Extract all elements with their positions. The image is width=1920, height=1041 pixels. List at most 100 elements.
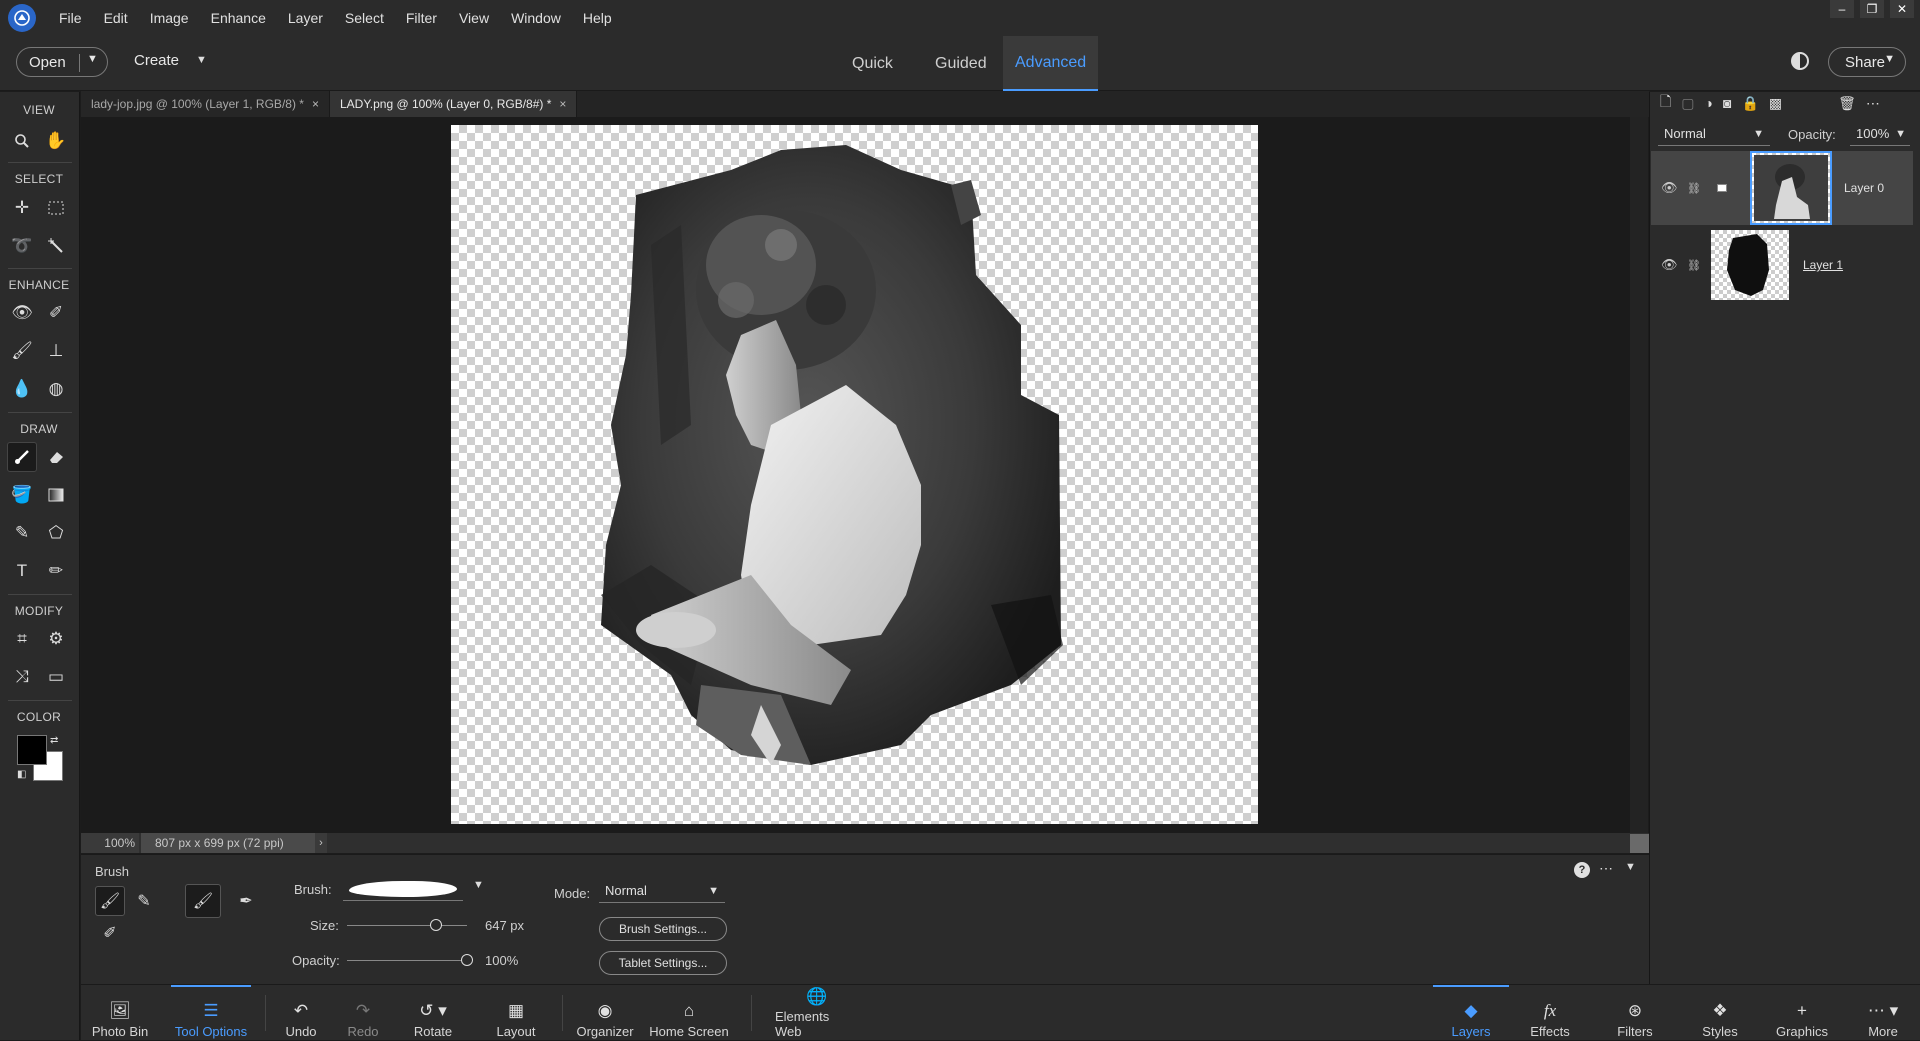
paint-bucket-tool-icon[interactable]: 🪣 — [7, 480, 37, 510]
doc-tab-lady-jop[interactable]: lady-jop.jpg @ 100% (Layer 1, RGB/8) * × — [81, 91, 330, 117]
layers-panel-button[interactable]: ◆ Layers — [1433, 985, 1509, 1041]
styles-panel-button[interactable]: ❖ Styles — [1687, 985, 1753, 1041]
magic-wand-tool-icon[interactable] — [41, 231, 71, 261]
foreground-color-swatch[interactable] — [17, 735, 47, 765]
more-panel-button[interactable]: ⋯ ▾ More — [1853, 985, 1913, 1041]
layer-row-layer-1[interactable]: 👁 ⛓ Layer 1 — [1651, 228, 1913, 302]
hand-tool-icon[interactable]: ✋ — [41, 126, 71, 156]
filters-panel-button[interactable]: ⊛ Filters — [1599, 985, 1671, 1041]
opacity-slider-knob[interactable] — [461, 954, 473, 966]
menu-enhance[interactable]: Enhance — [200, 10, 277, 26]
more-options-icon[interactable]: ⋯ — [1599, 860, 1613, 877]
eraser-tool-icon[interactable] — [41, 442, 71, 472]
size-slider-knob[interactable] — [429, 919, 442, 931]
mode-select[interactable]: Normal ▼ — [599, 879, 725, 903]
home-screen-button[interactable]: ⌂ Home Screen — [649, 985, 729, 1041]
create-button[interactable]: Create — [134, 52, 179, 69]
default-colors-icon[interactable]: ◧ — [17, 769, 26, 780]
minimize-button[interactable]: ‒ — [1830, 0, 1854, 18]
shape-tool-icon[interactable]: ⬠ — [41, 518, 71, 548]
recompose-tool-icon[interactable]: ⚙ — [41, 624, 71, 654]
undo-button[interactable]: ↶ Undo — [279, 985, 323, 1041]
vertical-scrollbar[interactable] — [1630, 117, 1648, 833]
brush-tool-icon[interactable] — [7, 442, 37, 472]
menu-edit[interactable]: Edit — [93, 10, 139, 26]
menu-help[interactable]: Help — [572, 10, 623, 26]
menu-layer[interactable]: Layer — [277, 10, 334, 26]
layer-name[interactable]: Layer 0 — [1844, 181, 1884, 195]
smart-brush-tool-icon[interactable]: 🖌 — [7, 336, 37, 366]
content-aware-move-tool-icon[interactable]: ⤨ — [7, 662, 37, 692]
elements-web-button[interactable]: 🌐 Elements Web — [775, 985, 859, 1041]
rotate-button[interactable]: ↺ ▾ Rotate — [407, 985, 459, 1041]
color-replacement-brush-icon[interactable]: ✐ — [95, 918, 125, 948]
zoom-level-readout[interactable]: 100% — [81, 833, 139, 853]
blend-mode-select[interactable]: Normal ▼ — [1658, 122, 1770, 146]
document-canvas[interactable] — [451, 125, 1258, 824]
theme-contrast-icon[interactable] — [1791, 52, 1809, 70]
effects-panel-button[interactable]: fx Effects — [1519, 985, 1581, 1041]
trash-icon[interactable]: 🗑 — [1838, 95, 1856, 112]
marquee-tool-icon[interactable] — [41, 193, 71, 223]
share-button[interactable]: Share ▼ — [1828, 47, 1906, 77]
airbrush-icon[interactable]: ✒ — [231, 886, 261, 916]
doc-tab-lady-png[interactable]: LADY.png @ 100% (Layer 0, RGB/8#) * × — [329, 91, 578, 117]
lasso-tool-icon[interactable]: ➰ — [7, 231, 37, 261]
brush-picker-chevron-icon[interactable]: ▼ — [473, 879, 484, 891]
link-icon[interactable]: ⛓ — [1687, 182, 1701, 195]
menu-window[interactable]: Window — [500, 10, 572, 26]
layer-name[interactable]: Layer 1 — [1803, 258, 1843, 272]
layout-button[interactable]: ▦ Layout — [491, 985, 541, 1041]
close-tab-icon[interactable]: × — [312, 97, 319, 111]
layer-1-thumbnail[interactable] — [1711, 230, 1789, 300]
restore-button[interactable]: ❐ — [1860, 0, 1884, 18]
size-slider[interactable] — [347, 919, 467, 931]
red-eye-tool-icon[interactable]: 👁 — [7, 298, 37, 328]
menu-file[interactable]: File — [48, 10, 93, 26]
straighten-tool-icon[interactable]: ▭ — [41, 662, 71, 692]
menu-select[interactable]: Select — [334, 10, 395, 26]
brush-preset-picker[interactable] — [343, 877, 463, 901]
healing-brush-tool-icon[interactable]: ✐ — [41, 298, 71, 328]
new-group-icon[interactable]: ▢ — [1681, 95, 1694, 112]
visibility-eye-icon[interactable]: 👁 — [1661, 180, 1678, 196]
status-expand-icon[interactable]: › — [315, 833, 327, 853]
layer-row-layer-0[interactable]: 👁 ⛓ Layer 0 — [1651, 151, 1913, 225]
lock-all-icon[interactable]: 🔒 — [1741, 95, 1758, 112]
eyedropper-tool-icon[interactable]: ✎ — [7, 518, 37, 548]
close-window-button[interactable]: ✕ — [1890, 0, 1914, 18]
adjustment-layer-icon[interactable]: ◑ — [1705, 95, 1713, 111]
gradient-tool-icon[interactable] — [41, 480, 71, 510]
clone-stamp-tool-icon[interactable]: ⊥ — [41, 336, 71, 366]
open-button[interactable]: Open ▼ — [16, 47, 108, 77]
add-mask-icon[interactable]: ◙ — [1723, 95, 1731, 111]
opacity-slider[interactable] — [347, 954, 473, 966]
link-icon[interactable]: ⛓ — [1687, 259, 1701, 272]
brush-settings-button[interactable]: Brush Settings... — [599, 917, 727, 941]
blur-tool-icon[interactable]: 💧 — [7, 374, 37, 404]
move-tool-icon[interactable]: ✛ — [7, 193, 37, 223]
photo-bin-button[interactable]: 🖼 Photo Bin — [87, 985, 153, 1041]
collapse-chevron-icon[interactable]: ▼ — [1625, 861, 1636, 873]
zoom-tool-icon[interactable] — [7, 126, 37, 156]
lock-transparency-icon[interactable]: ▩ — [1769, 95, 1782, 112]
swap-colors-icon[interactable]: ⇄ — [50, 735, 58, 746]
create-chevron-down-icon[interactable]: ▼ — [196, 54, 207, 66]
layer-opacity-field[interactable]: 100% ▼ — [1850, 122, 1910, 146]
panel-menu-icon[interactable]: ⋯ — [1866, 95, 1880, 112]
menu-image[interactable]: Image — [139, 10, 200, 26]
close-tab-icon[interactable]: × — [559, 97, 566, 111]
tab-advanced[interactable]: Advanced — [1003, 36, 1099, 91]
tab-guided[interactable]: Guided — [923, 36, 999, 91]
tablet-settings-button[interactable]: Tablet Settings... — [599, 951, 727, 975]
pencil-tool-icon[interactable]: ✏ — [41, 556, 71, 586]
visibility-eye-icon[interactable]: 👁 — [1661, 257, 1678, 273]
brush-mode-icon[interactable]: 🖌 — [95, 886, 125, 916]
menu-filter[interactable]: Filter — [395, 10, 448, 26]
redo-button[interactable]: ↷ Redo — [341, 985, 385, 1041]
type-tool-icon[interactable]: T — [7, 556, 37, 586]
crop-tool-icon[interactable]: ⌗ — [7, 624, 37, 654]
sponge-tool-icon[interactable]: ◍ — [41, 374, 71, 404]
layer-0-thumbnail[interactable] — [1750, 151, 1832, 225]
graphics-panel-button[interactable]: + Graphics — [1765, 985, 1839, 1041]
